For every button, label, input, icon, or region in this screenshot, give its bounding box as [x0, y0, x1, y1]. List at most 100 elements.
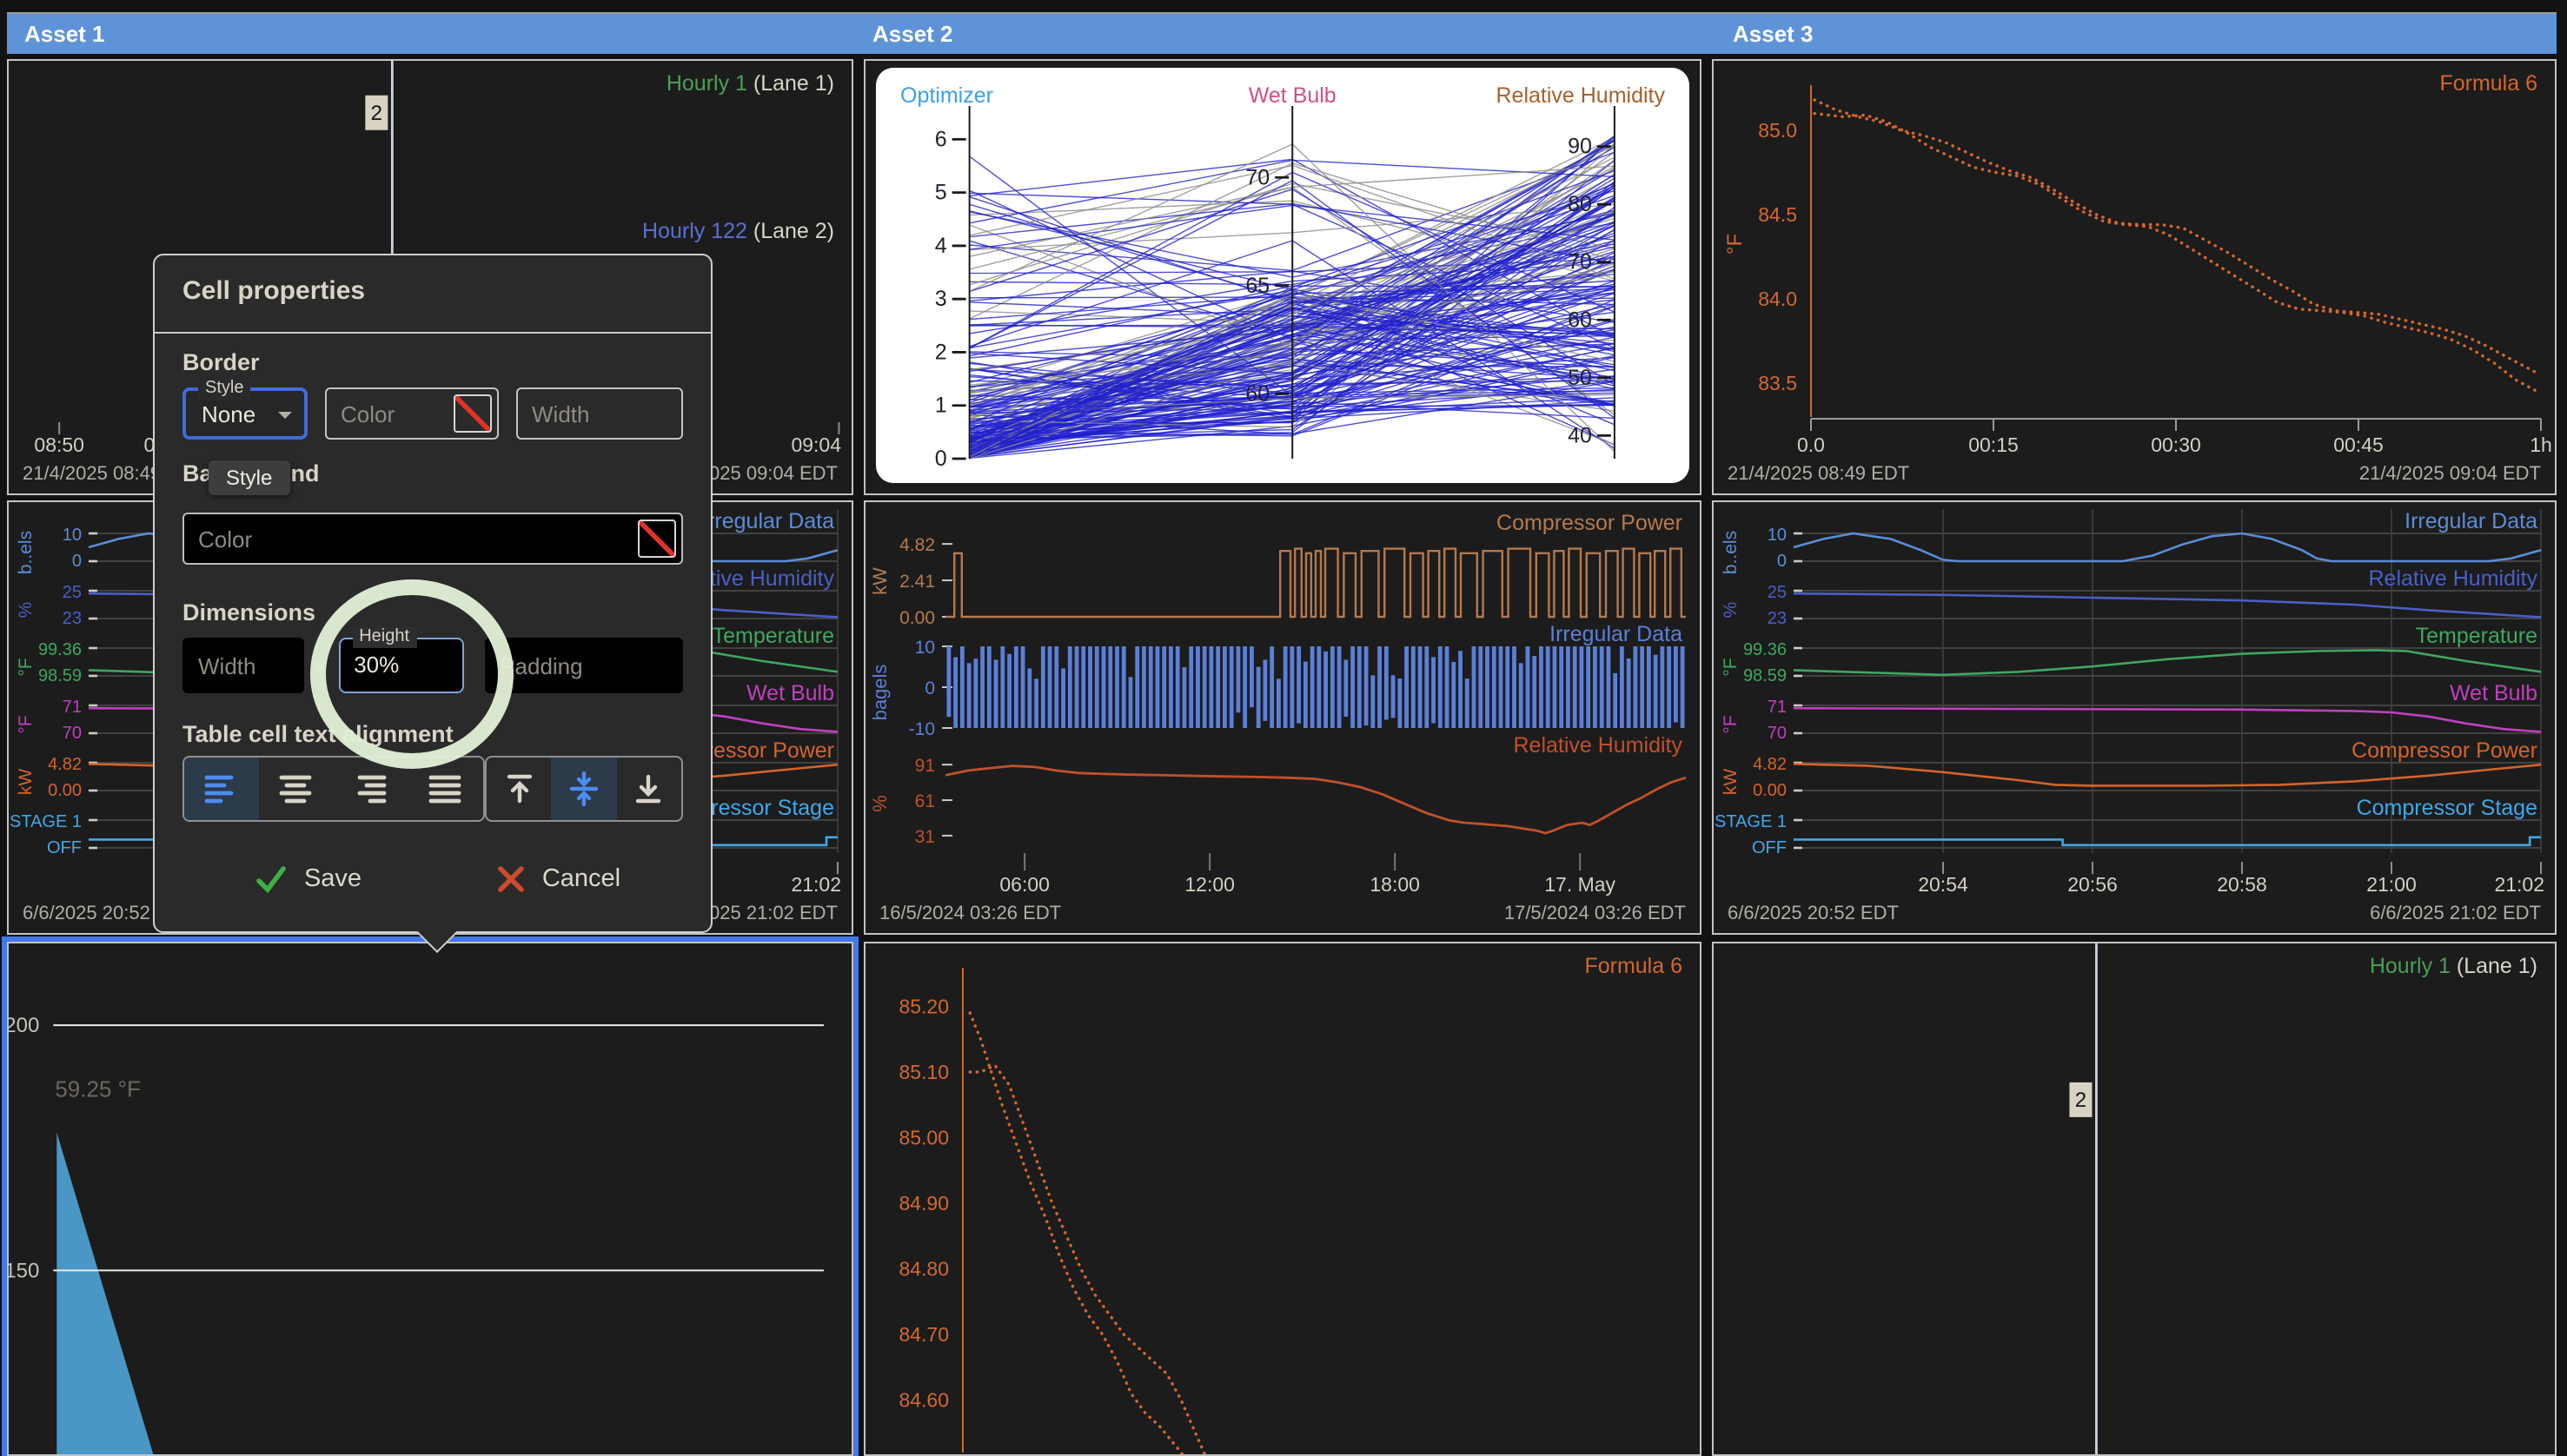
no-color-swatch-icon[interactable]: [454, 394, 492, 433]
asset-tab-3[interactable]: Asset 3: [1733, 14, 1814, 56]
svg-text:70: 70: [63, 724, 82, 743]
svg-text:70: 70: [1568, 250, 1592, 275]
dimension-width-input[interactable]: [182, 638, 304, 693]
save-button[interactable]: Save: [182, 860, 433, 898]
horizontal-alignment-group: [182, 756, 485, 822]
valign-bottom-button[interactable]: [616, 758, 681, 820]
align-left-button[interactable]: [184, 758, 259, 820]
chart-svg-a2r2: Compressor Power4.822.410.00kWIrregular …: [866, 502, 1700, 933]
svg-text:Relative Humidity: Relative Humidity: [2368, 566, 2537, 591]
chart-cell-asset3-formula6[interactable]: Formula 683.584.084.585.0°F0.000:1500:30…: [1712, 59, 2557, 495]
save-button-label: Save: [304, 865, 362, 893]
svg-text:99.36: 99.36: [1743, 640, 1787, 659]
border-width-input[interactable]: [516, 387, 683, 440]
svg-text:61: 61: [915, 791, 935, 811]
style-tooltip: Style: [209, 460, 289, 495]
align-center-button[interactable]: [259, 758, 334, 820]
svg-text:0.00: 0.00: [1753, 781, 1787, 800]
svg-text:70: 70: [1768, 724, 1787, 743]
svg-text:Hourly 1 (Lane 1): Hourly 1 (Lane 1): [2370, 954, 2537, 978]
svg-text:Formula 6: Formula 6: [1584, 954, 1682, 978]
cancel-button[interactable]: Cancel: [433, 862, 683, 897]
background-color-field-wrap: [182, 513, 683, 565]
align-right-icon: [352, 773, 390, 804]
svg-text:0: 0: [925, 678, 935, 698]
svg-text:21/4/2025 08:49 EDT: 21/4/2025 08:49 EDT: [1728, 462, 1909, 484]
chart-cell-asset2-stacked-trends[interactable]: Compressor Power4.822.410.00kWIrregular …: [864, 500, 1701, 935]
svg-text:10: 10: [63, 526, 82, 545]
valign-top-button[interactable]: [487, 758, 552, 820]
svg-text:2.41: 2.41: [899, 572, 935, 592]
svg-text:Irregular Data: Irregular Data: [701, 509, 834, 533]
svg-text:20:58: 20:58: [2217, 873, 2267, 896]
svg-text:91: 91: [915, 756, 935, 776]
svg-text:85.00: 85.00: [899, 1126, 949, 1148]
svg-text:0.0: 0.0: [1797, 433, 1825, 456]
svg-text:Temperature: Temperature: [713, 624, 834, 648]
multiply-sign: ×: [304, 652, 338, 678]
svg-text:2: 2: [2075, 1089, 2086, 1112]
dashboard: Asset 1 Asset 2 Asset 3 Hourly 1 (Lane 1…: [0, 0, 2567, 1456]
svg-text:Irregular Data: Irregular Data: [1549, 622, 1682, 646]
svg-text:3: 3: [935, 287, 947, 311]
chart-cell-asset3-multiseries[interactable]: Irregular Datab..els100Relative Humidity…: [1712, 500, 2557, 935]
asset-tab-2[interactable]: Asset 2: [872, 14, 953, 56]
dimension-padding-input[interactable]: [484, 638, 683, 693]
cell-properties-dialog: Cell properties Border Style None Backgr…: [153, 254, 713, 933]
svg-text:21:00: 21:00: [2366, 873, 2417, 896]
align-right-button[interactable]: [334, 758, 408, 820]
svg-text:12:00: 12:00: [1184, 873, 1235, 896]
border-color-input[interactable]: [341, 391, 447, 436]
svg-text:%: %: [869, 795, 891, 812]
svg-text:00:45: 00:45: [2333, 433, 2384, 456]
svg-text:23: 23: [1768, 609, 1787, 628]
dimension-height-label: Height: [352, 627, 416, 648]
svg-text:b..els: b..els: [16, 531, 36, 574]
chart-svg-a1r3: 20015059.25 °F: [9, 943, 852, 1454]
chart-svg-a2r1: 0123456Optimizer606570Wet Bulb4050607080…: [866, 61, 1700, 493]
svg-text:23: 23: [63, 609, 82, 628]
svg-text:10: 10: [915, 638, 935, 658]
svg-text:31: 31: [915, 827, 935, 847]
border-style-select[interactable]: Style None: [182, 387, 308, 440]
no-color-swatch-icon[interactable]: [638, 520, 676, 558]
check-icon: [254, 862, 289, 897]
chart-cell-asset2-parallel-coordinates[interactable]: 0123456Optimizer606570Wet Bulb4050607080…: [864, 59, 1701, 495]
x-icon: [495, 864, 527, 895]
chart-cell-asset1-levels-selected[interactable]: 20015059.25 °F: [7, 942, 853, 1456]
svg-text:06:00: 06:00: [999, 873, 1050, 896]
svg-text:°F: °F: [1721, 715, 1741, 733]
svg-text:80: 80: [1568, 192, 1592, 216]
svg-text:84.70: 84.70: [899, 1323, 949, 1346]
svg-text:Compressor Power: Compressor Power: [2351, 738, 2537, 763]
align-justify-button[interactable]: [408, 758, 483, 820]
svg-text:17. May: 17. May: [1544, 873, 1615, 896]
svg-text:25: 25: [63, 583, 82, 602]
svg-text:Wet Bulb: Wet Bulb: [2450, 681, 2537, 705]
svg-text:Wet Bulb: Wet Bulb: [1249, 83, 1337, 108]
svg-text:1h: 1h: [2530, 433, 2552, 456]
svg-text:4.82: 4.82: [899, 535, 935, 555]
svg-text:84.60: 84.60: [899, 1389, 949, 1412]
svg-text:84.90: 84.90: [899, 1192, 949, 1214]
svg-text:59.25 °F: 59.25 °F: [55, 1075, 141, 1102]
valign-middle-button[interactable]: [552, 758, 617, 820]
svg-text:0.00: 0.00: [899, 608, 935, 628]
align-left-icon: [202, 773, 241, 804]
svg-text:5: 5: [935, 181, 947, 205]
chart-cell-asset2-formula6[interactable]: Formula 685.2085.1085.0084.9084.8084.708…: [864, 942, 1701, 1456]
svg-text:STAGE 1: STAGE 1: [10, 812, 82, 831]
background-color-input[interactable]: [198, 516, 627, 561]
svg-text:150: 150: [9, 1259, 39, 1282]
svg-text:°F: °F: [1723, 234, 1747, 255]
chart-cell-asset3-hourly-lane[interactable]: Hourly 1 (Lane 1) 2: [1712, 942, 2557, 1456]
svg-text:20:54: 20:54: [1918, 873, 1968, 896]
chart-svg-a2r3: Formula 685.2085.1085.0084.9084.8084.708…: [866, 943, 1700, 1454]
svg-text:99.36: 99.36: [38, 640, 82, 659]
svg-text:kW: kW: [1721, 769, 1741, 796]
svg-text:98.59: 98.59: [1743, 666, 1787, 685]
svg-text:0: 0: [1777, 552, 1787, 571]
asset-tab-1[interactable]: Asset 1: [24, 14, 105, 56]
svg-text:6/6/2025 21:02 EDT: 6/6/2025 21:02 EDT: [2370, 902, 2541, 923]
svg-text:Optimizer: Optimizer: [900, 83, 993, 108]
